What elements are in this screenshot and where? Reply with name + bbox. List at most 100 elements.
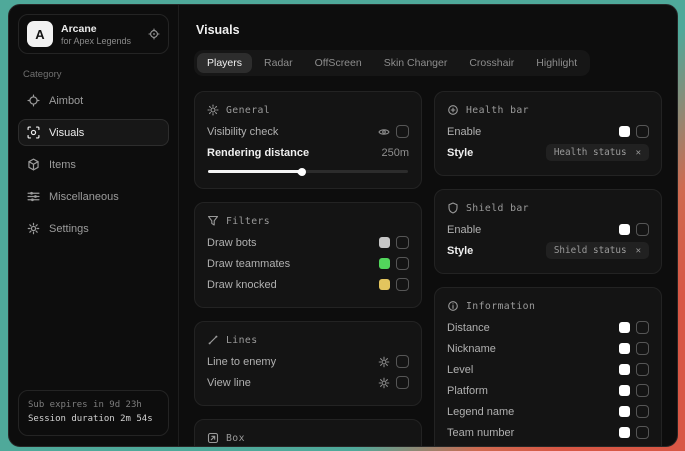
page-title: Visuals [196,23,660,37]
setting-row-enable: Enable [447,219,649,240]
panel-header: Lines [207,334,409,346]
row-controls [619,125,649,138]
panel-title: Shield bar [466,203,529,214]
setting-row-style: Style Shield status ✕ [447,240,649,261]
row-controls [619,342,649,355]
color-swatch[interactable] [619,224,630,235]
checkbox[interactable] [396,278,409,291]
sun-icon [207,104,219,116]
sidebar-item-aimbot[interactable]: Aimbot [18,87,169,114]
panel-header: Shield bar [447,202,649,214]
style-select[interactable]: Shield status ✕ [546,242,649,259]
sidebar-item-label: Miscellaneous [49,191,119,203]
tab-skin-changer[interactable]: Skin Changer [374,53,458,73]
gear-small-icon[interactable] [378,356,390,368]
color-swatch[interactable] [619,343,630,354]
setting-row-visibility-check: Visibility check [207,121,409,142]
setting-label: View line [207,377,251,389]
panel-shield-bar: Shield bar Enable Style Shield status ✕ [434,189,662,274]
gear-small-icon[interactable] [378,377,390,389]
checkbox[interactable] [396,376,409,389]
sidebar-item-items[interactable]: Items [18,151,169,178]
sidebar-nav: Aimbot Visuals Items Miscellaneous Settings [18,87,169,247]
color-swatch[interactable] [379,279,390,290]
checkbox[interactable] [636,321,649,334]
sidebar-item-miscellaneous[interactable]: Miscellaneous [18,183,169,210]
box-icon [207,432,219,444]
app-name: Arcane [61,23,131,35]
color-swatch[interactable] [379,258,390,269]
sidebar-item-label: Settings [49,223,89,235]
line-icon [207,334,219,346]
panel-lines: Lines Line to enemy View line [194,321,422,406]
color-swatch[interactable] [619,364,630,375]
tab-highlight[interactable]: Highlight [526,53,587,73]
close-icon[interactable]: ✕ [636,246,641,256]
tab-players[interactable]: Players [197,53,252,73]
panel-column-2: Health barEnableStyleHealth status✕Shiel… [434,91,662,446]
color-swatch[interactable] [619,406,630,417]
setting-label: Style [447,245,473,257]
panel-header: Box [207,432,409,444]
panel-title: General [226,105,270,116]
color-swatch[interactable] [619,322,630,333]
eye-icon[interactable] [378,126,390,138]
sidebar-item-label: Aimbot [49,95,83,107]
sidebar-item-settings[interactable]: Settings [18,215,169,242]
target-icon[interactable] [148,28,160,40]
setting-row-legend-name: Legend name [447,401,649,422]
setting-row-team-number: Team number [447,422,649,443]
color-swatch[interactable] [619,427,630,438]
panel-title: Box [226,433,245,444]
sidebar-item-label: Visuals [49,127,84,139]
row-controls: Health status ✕ [546,144,649,161]
slider-knob[interactable] [296,166,307,177]
setting-label: Rendering distance [207,147,309,159]
rendering-distance-slider[interactable] [208,170,408,173]
setting-row-line-to-enemy: Line to enemy [207,351,409,372]
app-subtitle: for Apex Legends [61,36,131,46]
checkbox[interactable] [396,355,409,368]
subscription-card: Sub expires in 9d 23h Session duration 2… [18,390,169,436]
panel-information: InformationDistanceNicknameLevelPlatform… [434,287,662,446]
tab-offscreen[interactable]: OffScreen [305,53,372,73]
style-select[interactable]: Health status ✕ [546,144,649,161]
panel-title: Filters [226,216,270,227]
setting-row-level: Level [447,359,649,380]
sidebar-item-label: Items [49,159,76,171]
setting-row-view-line: View line [207,372,409,393]
tab-crosshair[interactable]: Crosshair [459,53,524,73]
panel-title: Information [466,301,535,312]
row-controls [378,125,409,138]
category-label: Category [23,69,164,80]
color-swatch[interactable] [379,237,390,248]
checkbox[interactable] [396,257,409,270]
style-select-value: Shield status [554,245,627,256]
main-content: Visuals PlayersRadarOffScreenSkin Change… [179,5,677,446]
color-swatch[interactable] [619,385,630,396]
checkbox[interactable] [636,125,649,138]
checkbox[interactable] [396,236,409,249]
checkbox[interactable] [636,405,649,418]
setting-label: Visibility check [207,126,278,138]
checkbox[interactable] [396,125,409,138]
tab-radar[interactable]: Radar [254,53,303,73]
sliders-icon [27,190,40,203]
setting-label: Style [447,147,473,159]
setting-label: Draw bots [207,237,257,249]
checkbox[interactable] [636,223,649,236]
row-controls [619,405,649,418]
checkbox[interactable] [636,342,649,355]
checkbox[interactable] [636,426,649,439]
setting-row-draw-teammates: Draw teammates [207,253,409,274]
session-duration-text: Session duration 2m 54s [28,413,159,427]
checkbox[interactable] [636,363,649,376]
setting-label: Line to enemy [207,356,276,368]
sidebar-item-visuals[interactable]: Visuals [18,119,169,146]
color-swatch[interactable] [619,126,630,137]
close-icon[interactable]: ✕ [636,148,641,158]
style-select-value: Health status [554,147,627,158]
row-controls [378,376,409,389]
panel-health-bar: Health barEnableStyleHealth status✕ [434,91,662,176]
checkbox[interactable] [636,384,649,397]
